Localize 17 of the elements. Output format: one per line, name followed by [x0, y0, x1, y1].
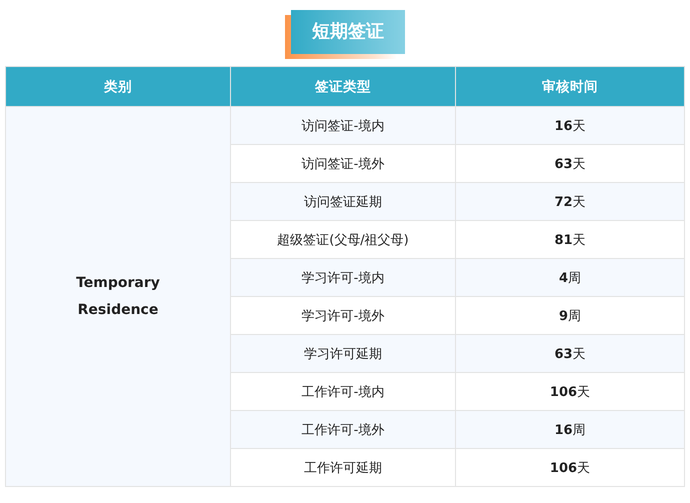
- table-cell: 16周: [456, 410, 684, 448]
- column-header: 审核时间: [456, 66, 684, 106]
- section-title: 短期签证: [291, 10, 405, 54]
- table-cell: 访问签证延期: [230, 182, 456, 220]
- table-cell: 工作许可延期: [230, 448, 456, 486]
- table-cell: 学习许可延期: [230, 334, 456, 372]
- table-cell: 4周: [456, 258, 684, 296]
- table-cell: 63天: [456, 334, 684, 372]
- column-header: 类别: [6, 66, 230, 106]
- table-cell: 106天: [456, 448, 684, 486]
- category-text: Temporary Residence: [75, 274, 161, 320]
- table-cell: 访问签证-境内: [230, 106, 456, 144]
- table-cell: 工作许可-境外: [230, 410, 456, 448]
- table-cell: 16天: [456, 106, 684, 144]
- table-cell: 72天: [456, 182, 684, 220]
- table-cell: 学习许可-境内: [230, 258, 456, 296]
- column-header: 签证类型: [230, 66, 456, 106]
